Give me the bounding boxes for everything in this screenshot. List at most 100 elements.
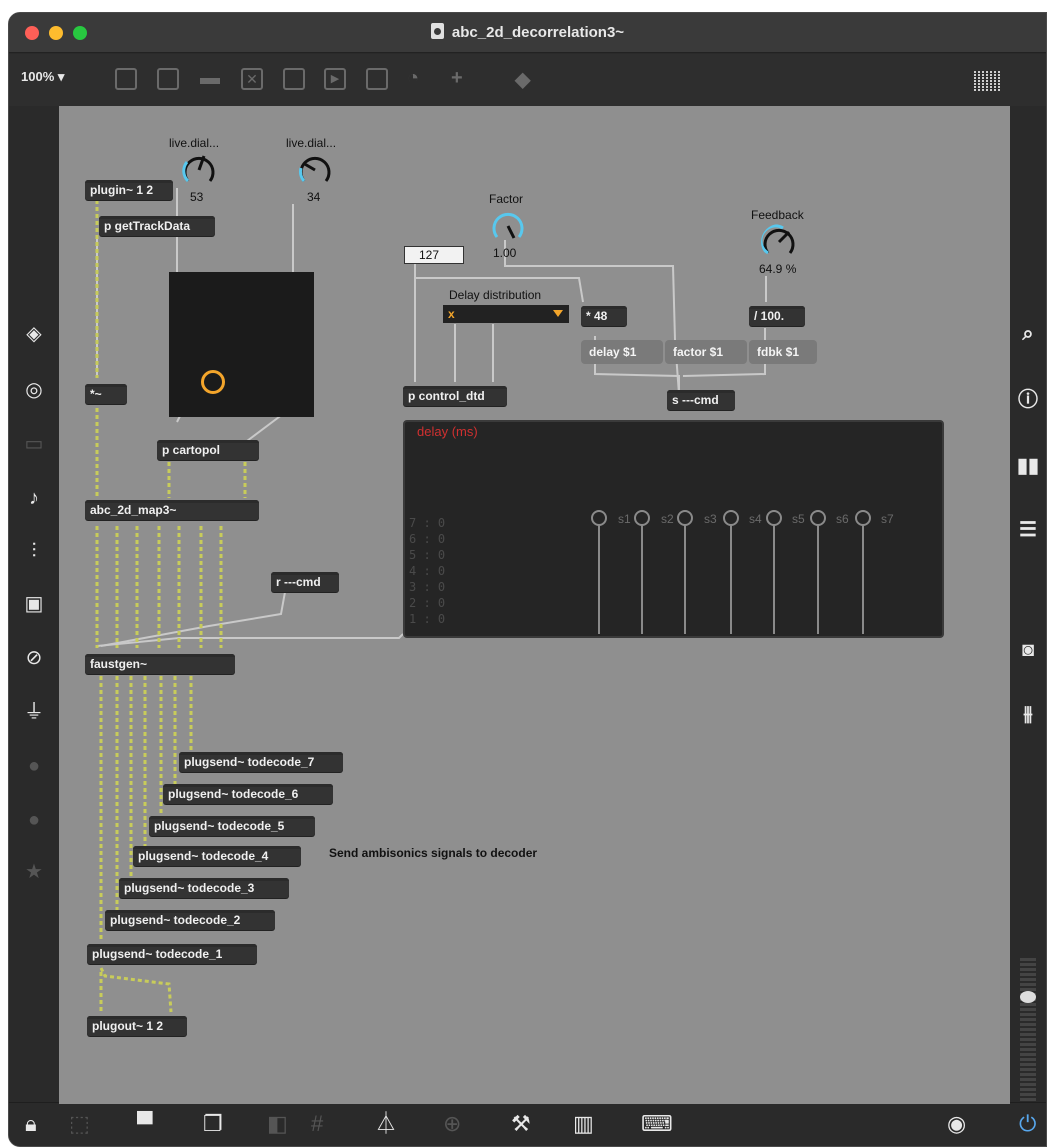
get-track-data-object[interactable]: p getTrackData <box>99 216 215 236</box>
feedback-value: 64.9 % <box>759 262 797 276</box>
times-tilde-object[interactable]: *~ <box>85 384 127 404</box>
plugsend-6-object[interactable]: plugsend~ todecode_6 <box>163 784 333 804</box>
cartopol-object[interactable]: p cartopol <box>157 440 259 460</box>
times48-object[interactable]: * 48 <box>581 306 627 326</box>
cord-send-plugout-1 <box>99 967 173 1013</box>
slider-label-s1: s1 <box>618 512 631 526</box>
plugsend-5-object[interactable]: plugsend~ todecode_5 <box>149 816 315 836</box>
div100-object[interactable]: / 100. <box>749 306 805 326</box>
multislider-sliders[interactable] <box>591 510 891 634</box>
volume-slider-knob[interactable] <box>1020 991 1036 1003</box>
device-icon[interactable]: ▭ <box>22 432 46 456</box>
plug-icon[interactable]: ⏚ <box>22 700 46 724</box>
zoom-select[interactable]: 100% ▾ <box>21 69 64 85</box>
plugsend-7-object[interactable]: plugsend~ todecode_7 <box>179 752 343 772</box>
mixer-icon[interactable]: ⫵ <box>1016 702 1040 726</box>
factor-label: Factor <box>489 192 524 206</box>
plugout-object[interactable]: plugout~ 1 2 <box>87 1016 187 1036</box>
image-icon[interactable]: ▣ <box>22 592 46 616</box>
delay-message[interactable]: delay $1 <box>581 340 663 364</box>
multislider-row-6: 6 : 0 <box>409 532 446 546</box>
dial2-label: live.dial... <box>286 136 337 150</box>
add-object-icon[interactable]: ⊕ <box>443 1111 461 1137</box>
plugsend-3-object[interactable]: plugsend~ todecode_3 <box>119 878 289 898</box>
package-icon[interactable]: ◈ <box>22 322 46 346</box>
patcher-canvas[interactable]: live.dial... 53 live.dial... 34 plugin~ … <box>59 106 1010 1104</box>
faustgen-object[interactable]: faustgen~ <box>85 654 235 674</box>
multislider-title: delay (ms) <box>417 424 478 439</box>
paint-bucket-icon[interactable]: ◆ <box>515 67 530 92</box>
mute-icon[interactable]: ◧ <box>267 1111 288 1137</box>
presentation-icon[interactable] <box>115 68 137 90</box>
button-icon[interactable]: ✕ <box>241 68 263 90</box>
info-icon[interactable]: ⓘ <box>1016 388 1040 412</box>
factor-message[interactable]: factor $1 <box>665 340 747 364</box>
camera-icon[interactable]: ◙ <box>1016 638 1040 662</box>
window-title: abc_2d_decorrelation3~ <box>9 23 1046 41</box>
grid-icon[interactable]: # <box>311 1111 323 1137</box>
music-note-icon[interactable]: ♪ <box>22 486 46 510</box>
fdbk-message[interactable]: fdbk $1 <box>749 340 817 364</box>
control-dtd-object[interactable]: p control_dtd <box>403 386 507 406</box>
power-icon[interactable]: ⏻ <box>1019 1111 1036 1137</box>
plugsend-4-object[interactable]: plugsend~ todecode_4 <box>133 846 301 866</box>
b-icon[interactable]: ● <box>22 808 46 832</box>
cord-receive-faust <box>100 591 286 647</box>
number-box[interactable]: 127 <box>404 246 464 264</box>
slider-label-s6: s6 <box>836 512 849 526</box>
xy-pad[interactable] <box>169 272 314 417</box>
plugin-object[interactable]: plugin~ 1 2 <box>85 180 173 200</box>
delay-distribution-value: x <box>448 307 455 321</box>
cord-multislider-faust <box>96 633 404 647</box>
grid-toggle-icon[interactable] <box>974 70 1002 92</box>
xy-pad-handle[interactable] <box>201 370 225 394</box>
slider-icon[interactable] <box>366 68 388 90</box>
left-sidebar: ◈ ◎ ▭ ♪ ⫶ ▣ ⊘ ⏚ ● ● ★ <box>9 106 59 1106</box>
plugsend-1-object[interactable]: plugsend~ todecode_1 <box>87 944 257 964</box>
multislider-row-1: 1 : 0 <box>409 612 446 626</box>
lock-icon[interactable]: 🔒︎ <box>25 1111 37 1137</box>
cord-fdbk-send <box>682 364 766 377</box>
volume-meter[interactable] <box>1020 956 1036 1106</box>
transport-icon[interactable]: ◉ <box>947 1111 966 1137</box>
book-icon[interactable]: ▮▮ <box>1016 454 1040 478</box>
slider-label-s5: s5 <box>792 512 805 526</box>
search-icon[interactable]: ⌕ <box>1016 322 1040 346</box>
abc-2d-map3-object[interactable]: abc_2d_map3~ <box>85 500 259 520</box>
select-icon[interactable]: ⬚ <box>69 1111 90 1137</box>
live-dial-2[interactable] <box>297 152 333 188</box>
max-patcher-window: abc_2d_decorrelation3~ 100% ▾ ▬ ✕ ▶ ◔ + … <box>8 12 1047 1147</box>
message-icon[interactable]: ▬ <box>200 67 220 90</box>
keyboard-icon[interactable]: ⌨ <box>641 1111 673 1137</box>
delay-distribution-menu[interactable]: x <box>443 305 569 323</box>
paperclip-icon[interactable]: ⊘ <box>22 646 46 670</box>
layers-icon[interactable]: ❐ <box>203 1111 223 1137</box>
comment-icon[interactable] <box>157 68 179 90</box>
plugsend-2-object[interactable]: plugsend~ todecode_2 <box>105 910 275 930</box>
toggle-icon[interactable] <box>283 68 305 90</box>
multislider-row-2: 2 : 0 <box>409 596 446 610</box>
delay-multislider[interactable]: delay (ms) 7 : 0 6 : 0 5 : 0 4 : 0 3 : 0… <box>403 420 944 638</box>
cord-delay-send <box>594 364 680 392</box>
hierarchy-icon[interactable]: ⏃ <box>375 1111 397 1137</box>
star-icon[interactable]: ★ <box>22 860 46 884</box>
target-icon[interactable]: ◎ <box>22 378 46 402</box>
step-icon[interactable]: ⫶ <box>22 539 46 563</box>
send-comment: Send ambisonics signals to decoder <box>329 846 538 860</box>
slider-label-s4: s4 <box>749 512 762 526</box>
send-cmd-object[interactable]: s ---cmd <box>667 390 735 410</box>
chevron-down-icon <box>553 310 563 317</box>
multislider-row-7: 7 : 0 <box>409 516 446 530</box>
piano-icon[interactable]: ▥ <box>573 1111 594 1137</box>
wrench-icon[interactable]: ⚒ <box>511 1111 531 1137</box>
add-icon[interactable]: + <box>451 67 463 90</box>
list-icon[interactable]: ☰ <box>1016 518 1040 542</box>
dial-icon[interactable]: ◔ <box>407 67 419 90</box>
play-icon[interactable]: ▶ <box>324 68 346 90</box>
feedback-dial[interactable] <box>761 224 797 260</box>
live-dial-1[interactable] <box>181 152 217 188</box>
presentation-mode-icon[interactable]: ▀ <box>137 1111 153 1137</box>
factor-dial[interactable] <box>490 208 526 244</box>
vimeo-icon[interactable]: ● <box>22 754 46 778</box>
receive-cmd-object[interactable]: r ---cmd <box>271 572 339 592</box>
